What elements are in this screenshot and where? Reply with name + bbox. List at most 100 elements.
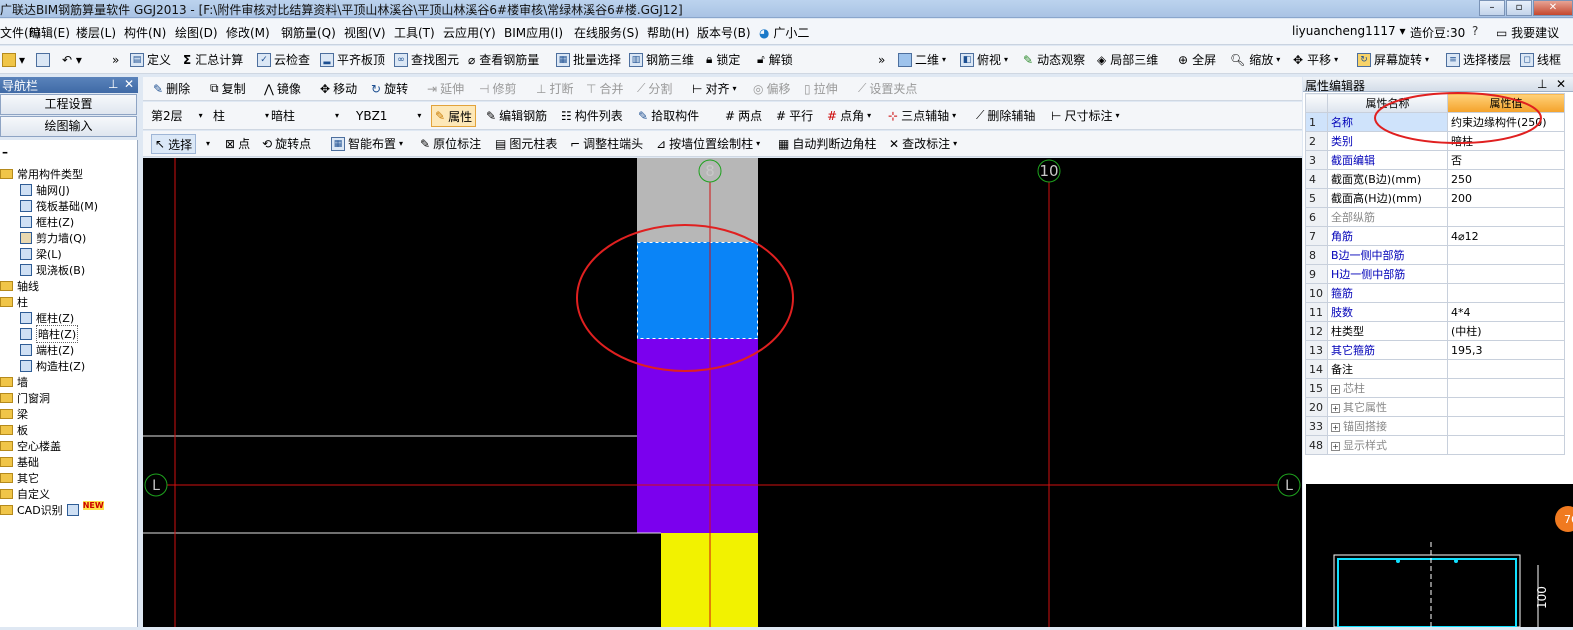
point-angle-dropdown[interactable]: # 点角 ▾ [827,102,871,129]
extend-button[interactable]: ⇥ 延伸 [427,77,464,100]
property-row[interactable]: 5 截面高(H边)(mm) 200 [1305,188,1565,208]
two-points-button[interactable]: # 两点 [725,102,762,129]
lock-button[interactable]: 🔒︎ 锁定 [706,46,740,73]
merge-button[interactable]: ⊤ 合并 [586,77,623,100]
rotate-screen-dropdown[interactable]: ↻ 屏幕旋转 ▾ [1357,46,1429,73]
tree-frame-column-2[interactable]: 框柱(Z) [20,310,74,326]
property-value[interactable] [1447,245,1565,265]
draw-by-wall-dropdown[interactable]: ⊿ 按墙位置绘制柱 ▾ [656,131,760,156]
floor-select[interactable]: 第2层 ▾ [151,102,203,129]
adjust-column-end-button[interactable]: ⌐ 调整柱端头 [570,131,643,156]
top-view-dropdown[interactable]: ◧ 俯视 ▾ [960,46,1008,73]
local-3d-button[interactable]: ◈ 局部三维 [1097,46,1158,73]
menu-rebar-qty[interactable]: 钢筋量(Q) [281,24,336,41]
tree-end-column[interactable]: 端柱(Z) [20,342,74,358]
break-button[interactable]: ⊥ 打断 [536,77,573,100]
check-annotation-dropdown[interactable]: ✕ 查改标注 ▾ [889,131,957,156]
tree-foundation[interactable]: 基础 [0,454,39,470]
property-row[interactable]: 2 类别 暗柱 [1305,131,1565,151]
save-icon[interactable] [36,46,53,73]
in-place-annotation-button[interactable]: ✎ 原位标注 [420,131,481,156]
restore-button[interactable]: ▫ [1506,0,1532,16]
help-icon[interactable]: ? [1472,24,1478,38]
property-value[interactable] [1447,207,1565,227]
mirror-button[interactable]: ⋀ 镜像 [264,77,301,100]
tree-axis[interactable]: 轴线 [0,278,39,294]
tree-beam-folder[interactable]: 梁 [0,406,28,422]
rotate-button[interactable]: ↻ 旋转 [371,77,408,100]
suggest-link[interactable]: ▭ 我要建议 [1496,24,1559,41]
pick-component-button[interactable]: ✎ 拾取构件 [638,102,699,129]
three-point-axis-dropdown[interactable]: ⊹ 三点辅轴 ▾ [888,102,956,129]
minimize-button[interactable]: – [1479,0,1505,16]
properties-button[interactable]: ✎ 属性 [431,105,477,127]
select-button[interactable]: ↖ 选择 [151,134,197,154]
menu-tools[interactable]: 工具(T) [394,24,435,41]
close-props-icon[interactable]: ✕ [1556,77,1566,91]
property-group-row[interactable]: 20 + 其它属性 [1305,397,1565,417]
property-value[interactable] [1447,283,1565,303]
menu-floor[interactable]: 楼层(L) [76,24,116,41]
copy-button[interactable]: ⧉ 复制 [210,77,246,100]
property-value[interactable]: 暗柱 [1447,131,1565,151]
rebar-3d-button[interactable]: ▥ 钢筋三维 [629,46,694,73]
split-button[interactable]: ⟋ 分割 [637,77,672,100]
wireframe-button[interactable]: ◻ 线框 [1520,46,1561,73]
view-rebar-button[interactable]: ⌀ 查看钢筋量 [468,46,539,73]
property-value[interactable]: 4⌀12 [1447,226,1565,246]
property-value[interactable] [1447,359,1565,379]
tree-slab-folder[interactable]: 板 [0,422,28,438]
auto-corner-column-button[interactable]: ▦ 自动判断边角柱 [778,131,876,156]
tree-constructional-column[interactable]: 构造柱(Z) [20,358,85,374]
zoom-dropdown[interactable]: 🔍︎ 缩放 ▾ [1230,46,1280,73]
component-select[interactable]: YBZ1 ▾ [356,102,421,129]
property-row[interactable]: 1 名称 约束边缘构件(250) [1305,112,1565,132]
property-value[interactable]: (中柱) [1447,321,1565,341]
menu-help[interactable]: 帮助(H) [647,24,689,41]
column-table-button[interactable]: ▤ 图元柱表 [495,131,557,156]
tree-hollow-floor[interactable]: 空心楼盖 [0,438,61,454]
expand-icon[interactable]: + [1331,442,1340,451]
property-row[interactable]: 11 肢数 4*4 [1305,302,1565,322]
tree-column[interactable]: 柱 [0,294,28,310]
pan-dropdown[interactable]: ✥ 平移 ▾ [1293,46,1338,73]
summary-calc-button[interactable]: Σ 汇总计算 [183,46,243,73]
menu-bim[interactable]: BIM应用(I) [504,24,563,41]
menu-online[interactable]: 在线服务(S) [574,24,639,41]
tree-cad-recognition[interactable]: CAD识别 NEW [0,500,104,518]
select-floor-button[interactable]: ≡ 选择楼层 [1446,46,1511,73]
pin-icon[interactable]: ⊥ [108,77,118,91]
tree-other[interactable]: 其它 [0,470,39,486]
menu-view[interactable]: 视图(V) [344,24,386,41]
tree-wall[interactable]: 墙 [0,374,28,390]
batch-select-button[interactable]: ▦ 批量选择 [556,46,621,73]
dynamic-view-button[interactable]: ✎ 动态观察 [1023,46,1085,73]
move-button[interactable]: ✥ 移动 [320,77,357,100]
property-row[interactable]: 14 备注 [1305,359,1565,379]
expand-icon[interactable]: + [1331,423,1340,432]
property-value[interactable]: 195,3 [1447,340,1565,360]
subtype-select[interactable]: 暗柱 ▾ [271,102,339,129]
property-row[interactable]: 4 截面宽(B边)(mm) 250 [1305,169,1565,189]
unlock-button[interactable]: 🔓︎ 解锁 [757,46,793,73]
project-settings-button[interactable]: 工程设置 [0,94,137,115]
property-value[interactable]: 约束边缘构件(250) [1447,112,1565,132]
cloud-check-button[interactable]: ✓ 云检查 [257,46,310,73]
undo-icon[interactable]: ↶ ▾ [62,46,82,73]
toolbar-more-icon[interactable]: » [112,46,119,73]
close-window-button[interactable]: ✕ [1533,0,1573,16]
property-row[interactable]: 3 截面编辑否 [1305,150,1565,170]
offset-button[interactable]: ◎ 偏移 [753,77,791,100]
align-dropdown[interactable]: ⊢ 对齐 ▾ [692,77,736,100]
edit-rebar-button[interactable]: ✎ 编辑钢筋 [486,102,547,129]
view-2d-dropdown[interactable]: 二维 ▾ [898,46,946,73]
property-group-row[interactable]: 33 + 锚固搭接 [1305,416,1565,436]
property-group-row[interactable]: 15 + 芯柱 [1305,378,1565,398]
dimension-dropdown[interactable]: ⊢ 尺寸标注 ▾ [1051,102,1119,129]
section-preview[interactable]: 100 76 [1306,484,1573,628]
expand-icon[interactable]: + [1331,385,1340,394]
select-dropdown[interactable]: ▾ [203,131,210,156]
property-row[interactable]: 12 柱类型 (中柱) [1305,321,1565,341]
property-value[interactable]: 4*4 [1447,302,1565,322]
property-value[interactable]: 200 [1447,188,1565,208]
